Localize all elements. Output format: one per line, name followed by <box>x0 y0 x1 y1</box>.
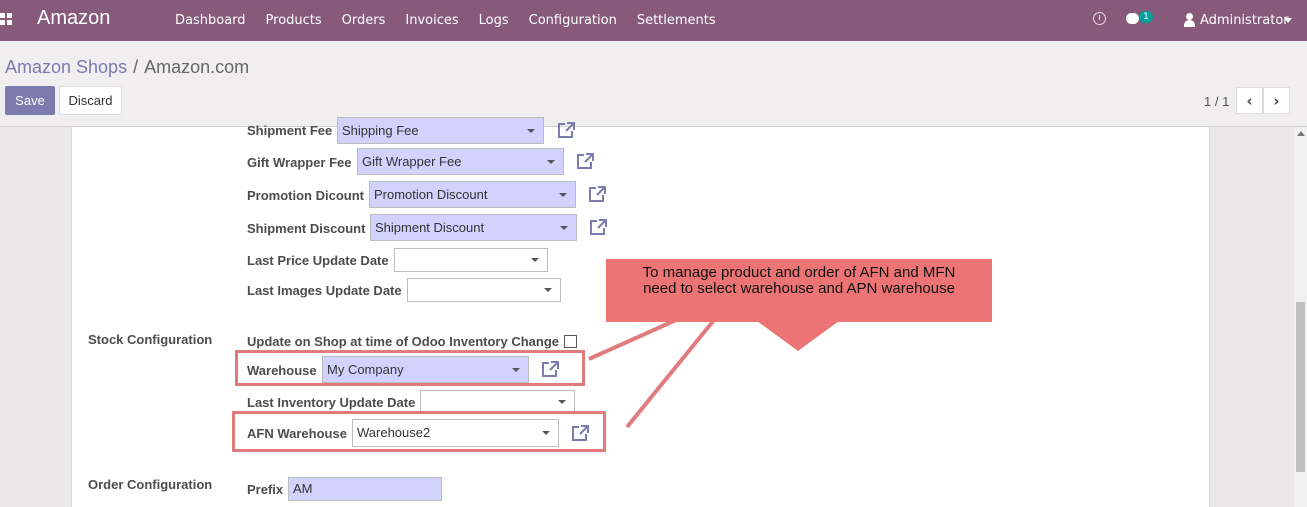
menu-configuration[interactable]: Configuration <box>519 0 627 41</box>
last-inventory-update-label: Last Inventory Update Date <box>247 395 416 410</box>
chat-count-badge: 1 <box>1139 11 1153 23</box>
menu-dashboard[interactable]: Dashboard <box>165 0 256 41</box>
afn-warehouse-highlight-box <box>232 411 606 452</box>
caret-down-icon <box>547 160 555 164</box>
breadcrumb-current: Amazon.com <box>144 57 250 77</box>
chevron-right-icon: › <box>1273 91 1280 110</box>
annotation-line-1: To manage product and order of AFN and M… <box>642 264 956 281</box>
scrollbar-thumb[interactable] <box>1296 302 1305 472</box>
caret-down-icon <box>558 400 566 404</box>
shipment-discount-select[interactable]: Shipment Discount <box>370 214 577 241</box>
external-link-icon[interactable] <box>575 152 595 170</box>
breadcrumb-separator: / <box>133 57 139 77</box>
caret-down-icon <box>544 288 552 292</box>
caret-down-icon <box>559 193 567 197</box>
external-link-icon[interactable] <box>588 218 608 236</box>
breadcrumb-amazon-shops[interactable]: Amazon Shops <box>5 57 127 77</box>
promotion-discount-select[interactable]: Promotion Discount <box>369 181 576 208</box>
prefix-input[interactable]: AM <box>288 477 442 501</box>
update-on-shop-label: Update on Shop at time of Odoo Inventory… <box>247 334 560 349</box>
gift-wrapper-fee-value: Gift Wrapper Fee <box>362 154 462 169</box>
promotion-discount-label: Promotion Dicount <box>247 188 364 203</box>
shipment-discount-value: Shipment Discount <box>375 220 485 235</box>
pager-value: 1 / 1 <box>1204 94 1230 109</box>
chat-icon[interactable] <box>1126 13 1139 24</box>
control-panel: Amazon Shops / Amazon.com Save Discard 1 /… <box>0 41 1307 127</box>
external-link-icon[interactable] <box>556 121 576 139</box>
breadcrumb: Amazon Shops / Amazon.com <box>5 57 249 78</box>
app-brand[interactable]: Amazon <box>37 7 110 30</box>
scroll-up-icon[interactable] <box>1297 131 1305 136</box>
activity-clock-icon[interactable] <box>1093 12 1106 25</box>
last-price-update-input[interactable] <box>394 248 548 272</box>
last-images-update-label: Last Images Update Date <box>247 283 402 298</box>
menu-settlements[interactable]: Settlements <box>627 0 726 41</box>
user-icon[interactable] <box>1183 13 1195 27</box>
discard-button[interactable]: Discard <box>59 86 122 115</box>
menu-logs[interactable]: Logs <box>469 0 519 41</box>
prefix-label: Prefix <box>247 482 284 497</box>
shipment-discount-label: Shipment Discount <box>247 221 366 236</box>
gift-wrapper-fee-label: Gift Wrapper Fee <box>247 155 352 170</box>
last-price-update-label: Last Price Update Date <box>247 253 389 268</box>
chevron-left-icon: ‹ <box>1246 91 1253 110</box>
shipment-fee-label: Shipment Fee <box>247 123 333 138</box>
pager-previous-button[interactable]: ‹ <box>1236 87 1263 114</box>
user-menu[interactable]: Administrator <box>1200 0 1289 41</box>
caret-down-icon <box>560 226 568 230</box>
menu-invoices[interactable]: Invoices <box>395 0 468 41</box>
save-button[interactable]: Save <box>5 86 55 115</box>
menu-orders[interactable]: Orders <box>332 0 396 41</box>
caret-down-icon <box>527 129 535 133</box>
stock-configuration-heading: Stock Configuration <box>88 332 213 347</box>
warehouse-highlight-box <box>235 350 585 386</box>
promotion-discount-value: Promotion Discount <box>374 187 488 202</box>
menu-products[interactable]: Products <box>256 0 332 41</box>
order-configuration-heading: Order Configuration <box>88 477 213 492</box>
main-menu: Dashboard Products Orders Invoices Logs … <box>165 0 726 41</box>
last-images-update-input[interactable] <box>407 278 561 302</box>
chevron-down-icon[interactable] <box>1284 18 1292 23</box>
shipment-fee-value: Shipping Fee <box>342 123 419 138</box>
pager-next-button[interactable]: › <box>1263 87 1290 114</box>
annotation-text: To manage product and order of AFN and M… <box>606 265 992 297</box>
top-navbar: Amazon Dashboard Products Orders Invoice… <box>0 0 1307 41</box>
apps-menu-icon[interactable] <box>0 13 12 27</box>
update-on-shop-checkbox[interactable] <box>564 335 577 348</box>
caret-down-icon <box>531 258 539 262</box>
annotation-line-2: need to select warehouse and APN warehou… <box>643 280 955 297</box>
gift-wrapper-fee-select[interactable]: Gift Wrapper Fee <box>357 148 564 175</box>
external-link-icon[interactable] <box>587 185 607 203</box>
shipment-fee-select[interactable]: Shipping Fee <box>337 117 544 144</box>
